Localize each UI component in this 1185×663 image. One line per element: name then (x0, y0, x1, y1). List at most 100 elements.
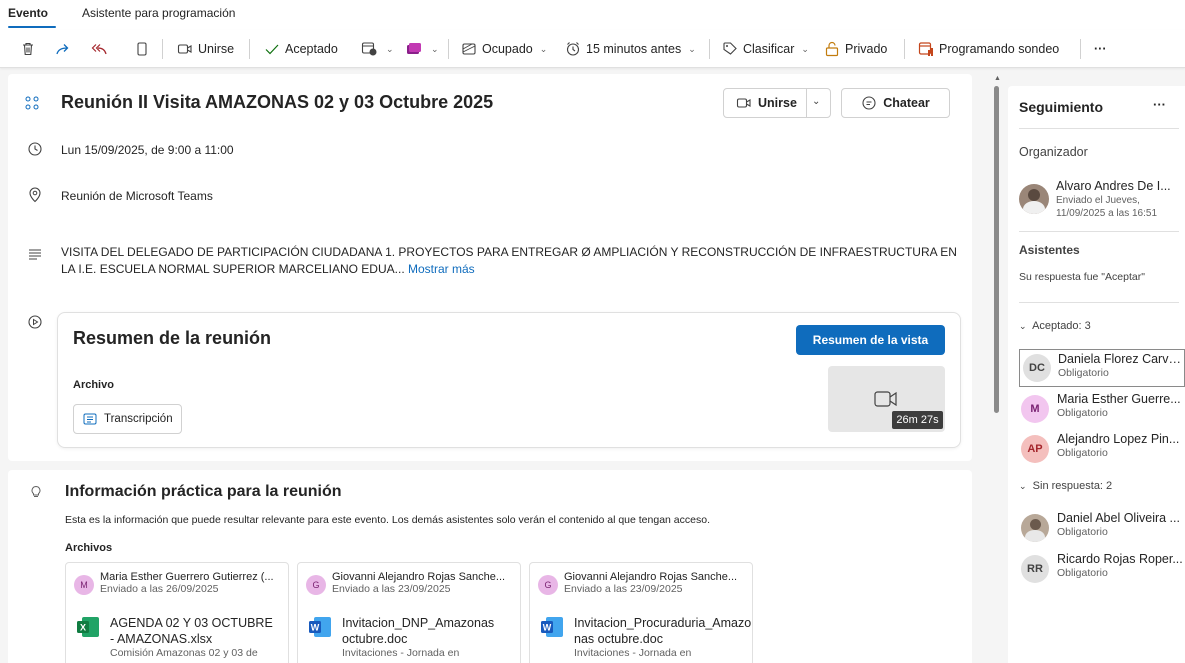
excel-file-icon: X (77, 617, 99, 637)
scheduling-poll-button[interactable]: Programando sondeo (918, 30, 1059, 68)
divider (1019, 231, 1179, 232)
lightbulb-icon (31, 485, 41, 497)
response-accepted-button[interactable]: Aceptado (264, 30, 338, 68)
organizer-label: Organizador (1019, 145, 1088, 159)
transcript-chip[interactable]: Transcripción (73, 404, 182, 434)
more-options-button[interactable]: ··· (1094, 30, 1107, 68)
view-summary-button[interactable]: Resumen de la vista (796, 325, 945, 355)
tab-bar: Evento Asistente para programación (0, 0, 1185, 30)
category-color-button[interactable]: ⌄ (406, 30, 439, 68)
chevron-down-icon: ⌄ (431, 43, 439, 54)
copy-button[interactable] (135, 30, 149, 68)
avatar: AP (1021, 435, 1049, 463)
tab-evento[interactable]: Evento (8, 6, 48, 20)
clock-icon (28, 142, 42, 156)
attendee-item[interactable]: Daniel Abel Oliveira ... Obligatorio (1019, 509, 1185, 547)
avatar (1021, 514, 1049, 542)
join-label: Unirse (198, 42, 235, 56)
word-file-icon: W (309, 617, 331, 637)
file-sent-date: Enviado a las 23/09/2025 (564, 583, 683, 595)
recording-duration: 26m 27s (892, 411, 943, 429)
file-card[interactable]: M Maria Esther Guerrero Gutierrez (... E… (65, 562, 289, 663)
practical-info-description: Esta es la información que puede resulta… (65, 514, 710, 526)
attendee-item[interactable]: DC Daniela Florez Carva... Obligatorio (1019, 349, 1185, 387)
avatar: DC (1023, 354, 1051, 382)
file-card[interactable]: G Giovanni Alejandro Rojas Sanche... Env… (529, 562, 753, 663)
chevron-down-icon: ⌄ (1019, 481, 1027, 491)
categorize-label: Clasificar (743, 42, 795, 56)
attendee-item[interactable]: AP Alejandro Lopez Pin... Obligatorio (1019, 430, 1185, 468)
chat-label: Chatear (883, 96, 930, 110)
no-response-count: Sin respuesta: 2 (1032, 480, 1113, 492)
text-description-icon (29, 249, 41, 260)
categorize-dropdown[interactable]: Clasificar ⌄ (722, 30, 809, 68)
split-divider (806, 89, 807, 117)
accepted-count: Aceptado: 3 (1032, 320, 1091, 332)
tab-asistente-programacion[interactable]: Asistente para programación (82, 6, 235, 20)
transcript-icon (83, 413, 97, 425)
copy-icon (137, 42, 147, 56)
organizer-sent-line2: 11/09/2025 a las 16:51 (1056, 208, 1158, 219)
show-more-link[interactable]: Mostrar más (408, 262, 475, 276)
lock-icon (825, 41, 839, 57)
archivo-label: Archivo (73, 379, 114, 391)
video-camera-icon (874, 391, 897, 407)
avatar: M (74, 575, 94, 595)
location-pin-icon (29, 187, 41, 203)
busy-status-icon (462, 43, 476, 55)
word-file-icon: W (541, 617, 563, 637)
avatar: RR (1021, 555, 1049, 583)
attendee-role: Obligatorio (1057, 407, 1108, 419)
attendee-role: Obligatorio (1057, 447, 1108, 459)
divider (1019, 302, 1179, 303)
private-button[interactable]: Privado (824, 30, 887, 68)
attendee-name: Maria Esther Guerre... (1057, 392, 1181, 406)
calendar-options-button[interactable]: ⌄ (361, 30, 394, 68)
reply-all-icon (91, 44, 107, 55)
event-location: Reunión de Microsoft Teams (61, 189, 213, 203)
scroll-up-arrow[interactable]: ▲ (994, 75, 1001, 82)
meeting-grid-icon (25, 96, 39, 110)
chevron-down-icon: ⌄ (539, 43, 548, 54)
files-label: Archivos (65, 542, 113, 554)
calendar-clock-icon (361, 42, 377, 56)
file-location: Invitaciones - Jornada en (574, 647, 692, 659)
tracking-more-button[interactable]: ··· (1153, 97, 1166, 112)
no-response-group-toggle[interactable]: ⌄ Sin respuesta: 2 (1019, 480, 1112, 492)
event-description-text: VISITA DEL DELEGADO DE PARTICIPACIÓN CIU… (61, 245, 957, 276)
show-as-dropdown[interactable]: Ocupado ⌄ (461, 30, 547, 68)
toolbar-divider (448, 39, 449, 59)
file-sender: Giovanni Alejandro Rojas Sanche... (564, 571, 738, 583)
accepted-group-toggle[interactable]: ⌄ Aceptado: 3 (1019, 320, 1091, 332)
forward-button[interactable] (55, 30, 71, 68)
trash-icon (23, 42, 33, 56)
chevron-down-icon[interactable]: ⌄ (812, 96, 820, 107)
attendee-name: Daniela Florez Carva... (1058, 352, 1184, 366)
recap-icon (28, 315, 42, 329)
reminder-dropdown[interactable]: 15 minutos antes ⌄ (565, 30, 696, 68)
attendees-label: Asistentes (1019, 243, 1080, 257)
join-button[interactable]: Unirse (177, 30, 234, 68)
svg-text:W: W (543, 623, 552, 633)
chevron-down-icon: ⌄ (801, 43, 809, 54)
event-datetime: Lun 15/09/2025, de 9:00 a 11:00 (61, 143, 234, 157)
chat-bubble-icon (862, 96, 876, 110)
event-description: VISITA DEL DELEGADO DE PARTICIPACIÓN CIU… (61, 244, 971, 278)
attendee-role: Obligatorio (1057, 526, 1108, 538)
scrollbar-thumb[interactable] (994, 86, 999, 413)
organizer-name[interactable]: Alvaro Andres De I... (1056, 179, 1180, 193)
toolbar-divider (709, 39, 710, 59)
join-meeting-label: Unirse (758, 96, 797, 110)
organizer-avatar[interactable] (1019, 184, 1049, 214)
file-name: Invitacion_DNP_Amazonas octubre.doc (342, 616, 495, 646)
reply-all-button[interactable] (90, 30, 108, 68)
practical-info-title: Información práctica para la reunión (65, 483, 342, 500)
svg-text:W: W (311, 623, 320, 633)
attendee-name: Alejandro Lopez Pin... (1057, 432, 1180, 446)
chat-button[interactable]: Chatear (841, 88, 950, 118)
attendee-item[interactable]: RR Ricardo Rojas Roper... Obligatorio (1019, 550, 1185, 588)
file-card[interactable]: G Giovanni Alejandro Rojas Sanche... Env… (297, 562, 521, 663)
forward-arrow-icon (56, 44, 69, 55)
delete-button[interactable] (20, 30, 36, 68)
attendee-item[interactable]: M Maria Esther Guerre... Obligatorio (1019, 390, 1185, 428)
